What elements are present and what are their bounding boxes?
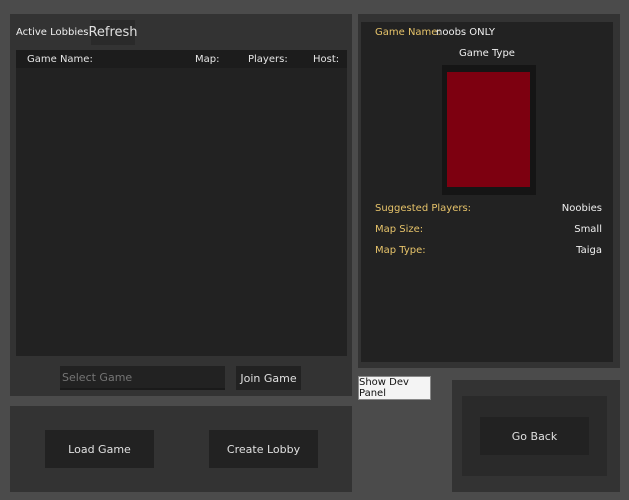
- lobby-actions-panel: Load Game Create Lobby: [10, 406, 352, 492]
- lobby-list[interactable]: Game Name: Map: Players: Host:: [16, 50, 347, 356]
- game-details-panel: Game Name: noobs ONLY Game Type Suggeste…: [358, 14, 620, 368]
- map-type-label: Map Type:: [375, 245, 426, 256]
- refresh-button[interactable]: Refresh: [88, 20, 138, 45]
- active-lobbies-title: Active Lobbies: [16, 27, 89, 38]
- game-name-label: Game Name:: [375, 27, 441, 38]
- navigation-panel-inner: Go Back: [462, 396, 607, 476]
- suggested-players-value: Noobies: [561, 203, 602, 214]
- game-name-value: noobs ONLY: [436, 27, 496, 38]
- map-type-value: Taiga: [576, 245, 602, 256]
- load-game-button[interactable]: Load Game: [45, 430, 154, 468]
- map-size-value: Small: [574, 224, 602, 235]
- column-map: Map:: [195, 54, 220, 65]
- show-dev-panel-button[interactable]: Show Dev Panel: [358, 376, 431, 400]
- game-details-inner: Game Name: noobs ONLY Game Type Suggeste…: [361, 22, 613, 362]
- lobby-panel: Active Lobbies Refresh Game Name: Map: P…: [10, 14, 352, 396]
- game-type-preview-frame: [442, 65, 536, 195]
- create-lobby-button[interactable]: Create Lobby: [209, 430, 318, 468]
- join-game-button[interactable]: Join Game: [236, 366, 301, 390]
- column-players: Players:: [248, 54, 288, 65]
- suggested-players-label: Suggested Players:: [375, 203, 472, 214]
- navigation-panel: Go Back: [452, 380, 620, 492]
- game-type-label: Game Type: [459, 48, 515, 59]
- game-type-preview-image: [447, 72, 530, 187]
- map-size-label: Map Size:: [375, 224, 424, 235]
- lobby-list-header: Game Name: Map: Players: Host:: [16, 50, 347, 68]
- column-host: Host:: [313, 54, 340, 65]
- go-back-button[interactable]: Go Back: [480, 417, 589, 455]
- select-game-input[interactable]: [60, 366, 225, 390]
- column-game-name: Game Name:: [27, 54, 93, 65]
